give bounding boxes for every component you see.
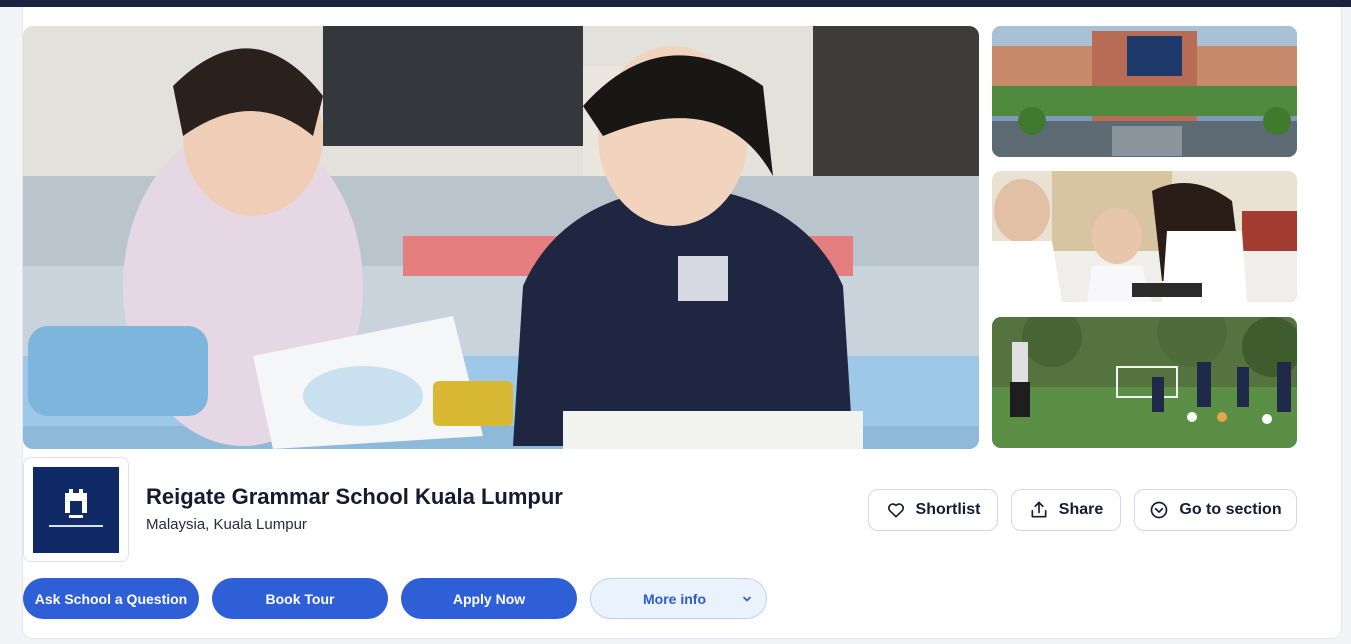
school-crest [33,466,119,553]
share-button[interactable]: Share [1011,489,1121,531]
heart-icon [887,503,904,518]
school-logo [23,457,129,562]
more-info-dropdown[interactable]: More info [590,578,767,619]
shortlist-button[interactable]: Shortlist [868,489,998,531]
more-info-label: More info [643,590,706,607]
school-name: Reigate Grammar School Kuala Lumpur [146,484,563,509]
share-label: Share [1058,501,1104,518]
share-icon [1031,501,1047,518]
gallery-thumb-students-learning[interactable] [992,171,1297,302]
shortlist-label: Shortlist [915,501,981,518]
book-tour-button[interactable]: Book Tour [212,578,388,619]
go-to-section-label: Go to section [1179,501,1282,518]
chevron-down-icon [743,596,751,602]
gallery-thumb-football-training[interactable] [992,317,1297,448]
top-nav-bar [0,0,1351,7]
chevron-down-circle-icon [1151,501,1168,519]
apply-now-button[interactable]: Apply Now [401,578,577,619]
school-location: Malaysia, Kuala Lumpur [146,516,307,533]
go-to-section-button[interactable]: Go to section [1134,489,1297,531]
hero-photo-classroom[interactable] [23,26,979,449]
ask-school-question-button[interactable]: Ask School a Question [23,578,199,619]
gallery-thumb-building[interactable] [992,26,1297,157]
